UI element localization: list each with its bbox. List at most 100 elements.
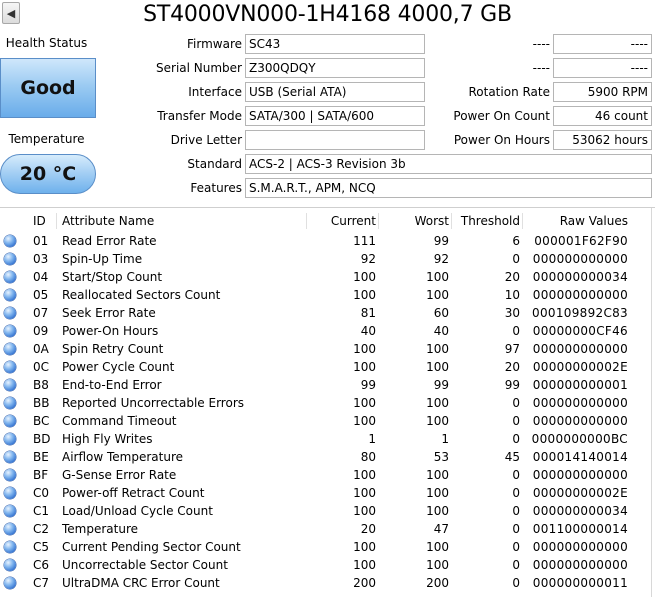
header-attribute-name[interactable]: Attribute Name	[62, 210, 307, 232]
attribute-id: 04	[33, 270, 49, 284]
status-good-icon	[4, 559, 16, 571]
current-value: 100	[353, 504, 376, 518]
table-row[interactable]: C1 Load/Unload Cycle Count 100 100 0 00000000…	[0, 502, 655, 520]
worst-value: 100	[426, 360, 449, 374]
drive-letter-label: Drive Letter	[170, 133, 242, 147]
attribute-name: Reallocated Sectors Count	[62, 288, 221, 302]
header-raw-values[interactable]: Raw Values	[524, 210, 628, 232]
header-threshold[interactable]: Threshold	[452, 210, 520, 232]
health-status-badge[interactable]: Good	[0, 58, 96, 118]
power-on-count-field: 46 count	[553, 106, 652, 126]
firmware-label: Firmware	[187, 37, 242, 51]
raw-value: 000000000034	[532, 270, 628, 284]
table-row[interactable]: C0 Power-off Retract Count 100 100 0 00000000…	[0, 484, 655, 502]
table-row[interactable]: 09 Power-On Hours 40 40 0 00000000CF46	[0, 322, 655, 340]
worst-value: 100	[426, 468, 449, 482]
worst-value: 60	[433, 306, 449, 320]
current-value: 200	[353, 576, 376, 590]
current-value: 100	[353, 342, 376, 356]
threshold-value: 0	[512, 414, 520, 428]
header-separator[interactable]	[306, 213, 307, 229]
raw-value: 000000000011	[532, 576, 628, 590]
threshold-value: 99	[504, 378, 520, 392]
raw-value: 00000000002E	[532, 486, 628, 500]
worst-value: 40	[433, 324, 449, 338]
attribute-id: 09	[33, 324, 49, 338]
table-row[interactable]: 04 Start/Stop Count 100 100 20 000000000034	[0, 268, 655, 286]
raw-value: 000109892C83	[532, 306, 628, 320]
worst-value: 100	[426, 396, 449, 410]
table-row[interactable]: 05 Reallocated Sectors Count 100 100 10 00000…	[0, 286, 655, 304]
status-good-icon	[4, 379, 16, 391]
table-row[interactable]: 03 Spin-Up Time 92 92 0 000000000000	[0, 250, 655, 268]
header-separator[interactable]	[378, 213, 379, 229]
attribute-id: BC	[33, 414, 50, 428]
table-row[interactable]: C2 Temperature 20 47 0 001100000014	[0, 520, 655, 538]
attribute-id: C2	[33, 522, 50, 536]
attribute-id: 05	[33, 288, 49, 302]
worst-value: 1	[441, 432, 449, 446]
header-current[interactable]: Current	[308, 210, 376, 232]
worst-value: 92	[433, 252, 449, 266]
standard-field: ACS-2 | ACS-3 Revision 3b	[245, 154, 652, 174]
current-value: 111	[353, 234, 376, 248]
current-value: 20	[360, 522, 376, 536]
raw-value: 000000000000	[532, 468, 628, 482]
table-top-border	[0, 207, 655, 208]
attribute-name: Command Timeout	[62, 414, 177, 428]
worst-value: 100	[426, 504, 449, 518]
threshold-value: 45	[504, 450, 520, 464]
threshold-value: 6	[512, 234, 520, 248]
table-row[interactable]: 0C Power Cycle Count 100 100 20 00000000002E	[0, 358, 655, 376]
table-row[interactable]: 01 Read Error Rate 111 99 6 000001F62F90	[0, 232, 655, 250]
attribute-name: Spin Retry Count	[62, 342, 164, 356]
table-row[interactable]: BB Reported Uncorrectable Errors 100 100 0 00…	[0, 394, 655, 412]
status-good-icon	[4, 289, 16, 301]
attribute-name: Power Cycle Count	[62, 360, 175, 374]
table-row[interactable]: BF G-Sense Error Rate 100 100 0 000000000000	[0, 466, 655, 484]
table-row[interactable]: C7 UltraDMA CRC Error Count 200 200 0 0000000…	[0, 574, 655, 592]
raw-value: 0000000000BC	[531, 432, 628, 446]
threshold-value: 0	[512, 396, 520, 410]
serial-number-field: Z300QDQY	[245, 58, 425, 78]
attribute-id: 07	[33, 306, 49, 320]
table-row[interactable]: 0A Spin Retry Count 100 100 97 000000000000	[0, 340, 655, 358]
current-value: 100	[353, 540, 376, 554]
blank-field-1: ----	[553, 34, 652, 54]
table-row[interactable]: BD High Fly Writes 1 1 0 0000000000BC	[0, 430, 655, 448]
worst-value: 100	[426, 270, 449, 284]
rotation-rate-label: Rotation Rate	[468, 85, 550, 99]
features-label: Features	[190, 181, 242, 195]
attribute-id: B8	[33, 378, 49, 392]
status-good-icon	[4, 433, 16, 445]
header-separator[interactable]	[56, 213, 57, 229]
status-good-icon	[4, 541, 16, 553]
threshold-value: 0	[512, 540, 520, 554]
attribute-name: UltraDMA CRC Error Count	[62, 576, 220, 590]
raw-value: 000000000000	[532, 396, 628, 410]
status-good-icon	[4, 469, 16, 481]
table-row[interactable]: C5 Current Pending Sector Count 100 100 0 000…	[0, 538, 655, 556]
threshold-value: 0	[512, 324, 520, 338]
attribute-name: High Fly Writes	[62, 432, 153, 446]
status-good-icon	[4, 505, 16, 517]
attribute-id: C6	[33, 558, 50, 572]
current-value: 40	[360, 324, 376, 338]
current-value: 80	[360, 450, 376, 464]
header-separator[interactable]	[522, 213, 523, 229]
table-scrollbar[interactable]	[651, 208, 655, 597]
transfer-mode-field: SATA/300 | SATA/600	[245, 106, 425, 126]
temperature-badge[interactable]: 20 °C	[0, 154, 96, 194]
header-worst[interactable]: Worst	[380, 210, 449, 232]
table-row[interactable]: BC Command Timeout 100 100 0 000000000000	[0, 412, 655, 430]
status-good-icon	[4, 235, 16, 247]
header-id[interactable]: ID	[33, 210, 57, 232]
table-row[interactable]: BE Airflow Temperature 80 53 45 000014140014	[0, 448, 655, 466]
table-row[interactable]: 07 Seek Error Rate 81 60 30 000109892C83	[0, 304, 655, 322]
current-value: 1	[368, 432, 376, 446]
health-status-label: Health Status	[5, 36, 88, 50]
attribute-id: 0C	[33, 360, 50, 374]
table-row[interactable]: B8 End-to-End Error 99 99 99 000000000001	[0, 376, 655, 394]
attribute-id: 0A	[33, 342, 49, 356]
table-row[interactable]: C6 Uncorrectable Sector Count 100 100 0 00000…	[0, 556, 655, 574]
